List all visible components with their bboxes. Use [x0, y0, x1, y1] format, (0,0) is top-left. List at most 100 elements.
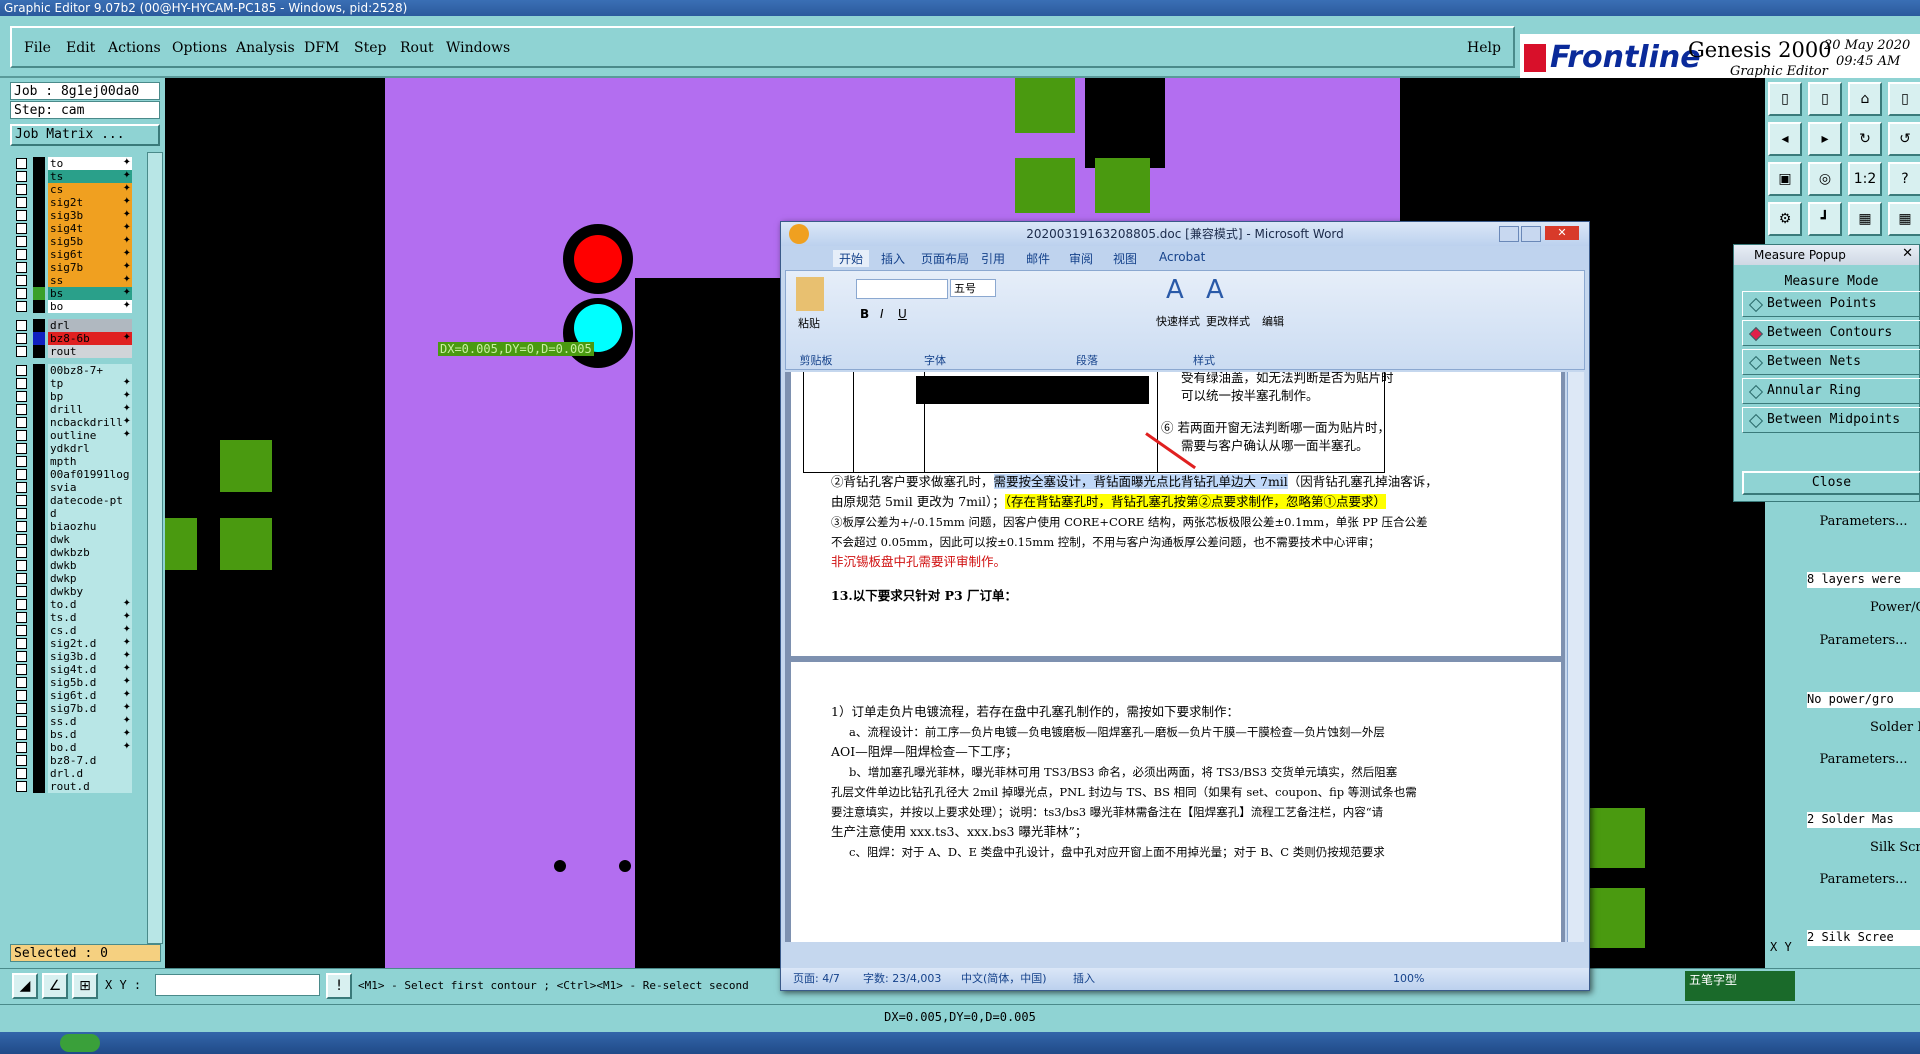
close-icon[interactable]: ✕	[1545, 226, 1579, 240]
start-button[interactable]	[60, 1034, 100, 1052]
layer-checkbox[interactable]	[16, 638, 27, 649]
ribbon-tab[interactable]: 插入	[881, 250, 905, 267]
zoom-level[interactable]: 100%	[1393, 968, 1424, 990]
layer-checkbox[interactable]	[16, 651, 27, 662]
layer-checkbox[interactable]	[16, 599, 27, 610]
layer-checkbox[interactable]	[16, 625, 27, 636]
layer-checkbox[interactable]	[16, 677, 27, 688]
font-size-select[interactable]: 五号	[950, 279, 996, 297]
menu-help[interactable]: Help	[1467, 40, 1501, 56]
layer-checkbox[interactable]	[16, 716, 27, 727]
menu-edit[interactable]: Edit	[66, 40, 95, 56]
status-insert[interactable]: 插入	[1073, 968, 1095, 990]
layer-checkbox[interactable]	[16, 755, 27, 766]
layer-checkbox[interactable]	[16, 508, 27, 519]
mode-between-nets[interactable]: Between Nets	[1742, 349, 1920, 375]
edit-label[interactable]: 编辑	[1262, 313, 1284, 329]
tool-button[interactable]: ▣	[1768, 162, 1802, 196]
info-icon[interactable]: !	[326, 973, 352, 999]
layer-checkbox[interactable]	[16, 346, 27, 357]
layer-color-swatch[interactable]	[33, 300, 45, 313]
ribbon-tab[interactable]: 引用	[981, 250, 1005, 267]
layer-checkbox[interactable]	[16, 301, 27, 312]
tool-button[interactable]: ↺	[1888, 122, 1920, 156]
document-area[interactable]: 受有绿油盖，如无法判断是否为贴片时 可以统一按半塞孔制作。 ⑥ 若两面开窗无法判…	[785, 372, 1565, 942]
status-words[interactable]: 字数: 23/4,003	[863, 968, 941, 990]
maximize-icon[interactable]	[1521, 226, 1541, 242]
layer-checkbox[interactable]	[16, 365, 27, 376]
tool-button[interactable]: ▦	[1888, 202, 1920, 236]
layer-checkbox[interactable]	[16, 158, 27, 169]
parameters-button[interactable]: Parameters...	[1807, 870, 1920, 890]
parameters-button[interactable]: Parameters...	[1807, 512, 1920, 532]
layer-scrollbar[interactable]	[147, 152, 163, 944]
paste-icon[interactable]	[796, 277, 824, 311]
mode-between-midpoints[interactable]: Between Midpoints	[1742, 407, 1920, 433]
tool-button[interactable]: ⌂	[1848, 82, 1882, 116]
menu-options[interactable]: Options	[172, 40, 227, 56]
grid-icon[interactable]: ⊞	[72, 973, 98, 999]
menu-actions[interactable]: Actions	[108, 40, 161, 56]
layer-name[interactable]: bo	[48, 300, 132, 313]
layer-checkbox[interactable]	[16, 495, 27, 506]
layer-checkbox[interactable]	[16, 547, 27, 558]
layer-checkbox[interactable]	[16, 482, 27, 493]
mode-annular-ring[interactable]: Annular Ring	[1742, 378, 1920, 404]
mode-between-points[interactable]: Between Points	[1742, 291, 1920, 317]
tool-button[interactable]: ▸	[1808, 122, 1842, 156]
layer-checkbox[interactable]	[16, 703, 27, 714]
office-button-icon[interactable]	[789, 224, 809, 244]
layer-checkbox[interactable]	[16, 288, 27, 299]
parameters-button[interactable]: Parameters...	[1807, 750, 1920, 770]
layer-color-swatch[interactable]	[33, 780, 45, 793]
layer-checkbox[interactable]	[16, 378, 27, 389]
tool-button[interactable]: ┛	[1808, 202, 1842, 236]
minimize-icon[interactable]	[1499, 226, 1519, 242]
mode-between-contours[interactable]: Between Contours	[1742, 320, 1920, 346]
menu-step[interactable]: Step	[354, 40, 386, 56]
layer-checkbox[interactable]	[16, 404, 27, 415]
layer-checkbox[interactable]	[16, 236, 27, 247]
layer-checkbox[interactable]	[16, 612, 27, 623]
menu-rout[interactable]: Rout	[400, 40, 434, 56]
layer-checkbox[interactable]	[16, 456, 27, 467]
tool-button[interactable]: ▯	[1808, 82, 1842, 116]
tool-button[interactable]: ⚙	[1768, 202, 1802, 236]
layer-row[interactable]: bo ✦	[10, 299, 135, 314]
bold-button[interactable]: B	[860, 307, 869, 321]
layer-checkbox[interactable]	[16, 184, 27, 195]
ribbon-tab[interactable]: 页面布局	[921, 250, 969, 267]
layer-checkbox[interactable]	[16, 320, 27, 331]
quick-style-icon[interactable]: A	[1166, 275, 1184, 305]
tool-button[interactable]: ↻	[1848, 122, 1882, 156]
layer-checkbox[interactable]	[16, 275, 27, 286]
job-matrix-button[interactable]: Job Matrix ...	[10, 124, 160, 146]
tool-button[interactable]: ▯	[1768, 82, 1802, 116]
layer-checkbox[interactable]	[16, 249, 27, 260]
document-scrollbar[interactable]	[1567, 372, 1584, 942]
menu-file[interactable]: File	[24, 40, 51, 56]
status-page[interactable]: 页面: 4/7	[793, 968, 840, 990]
close-icon[interactable]: ✕	[1902, 246, 1913, 261]
layer-checkbox[interactable]	[16, 534, 27, 545]
layer-row[interactable]: rout	[10, 344, 135, 359]
quick-style-label[interactable]: 快速样式	[1156, 313, 1200, 329]
layer-checkbox[interactable]	[16, 210, 27, 221]
angle-icon[interactable]: ∠	[42, 973, 68, 999]
font-name-select[interactable]	[856, 279, 948, 299]
change-style-label[interactable]: 更改样式	[1206, 313, 1250, 329]
ribbon-tab[interactable]: 视图	[1113, 250, 1137, 267]
layer-name[interactable]: rout.d	[48, 780, 132, 793]
paste-label[interactable]: 粘贴	[798, 315, 820, 331]
layer-checkbox[interactable]	[16, 469, 27, 480]
layer-checkbox[interactable]	[16, 690, 27, 701]
tool-button[interactable]: ▦	[1848, 202, 1882, 236]
menu-analysis[interactable]: Analysis	[236, 40, 295, 56]
layer-checkbox[interactable]	[16, 781, 27, 792]
change-style-icon[interactable]: A	[1206, 275, 1224, 305]
layer-checkbox[interactable]	[16, 586, 27, 597]
menu-windows[interactable]: Windows	[446, 40, 510, 56]
ime-indicator[interactable]: 五笔字型	[1685, 971, 1795, 1001]
ribbon-tab[interactable]: 邮件	[1026, 250, 1050, 267]
layer-color-swatch[interactable]	[33, 345, 45, 358]
